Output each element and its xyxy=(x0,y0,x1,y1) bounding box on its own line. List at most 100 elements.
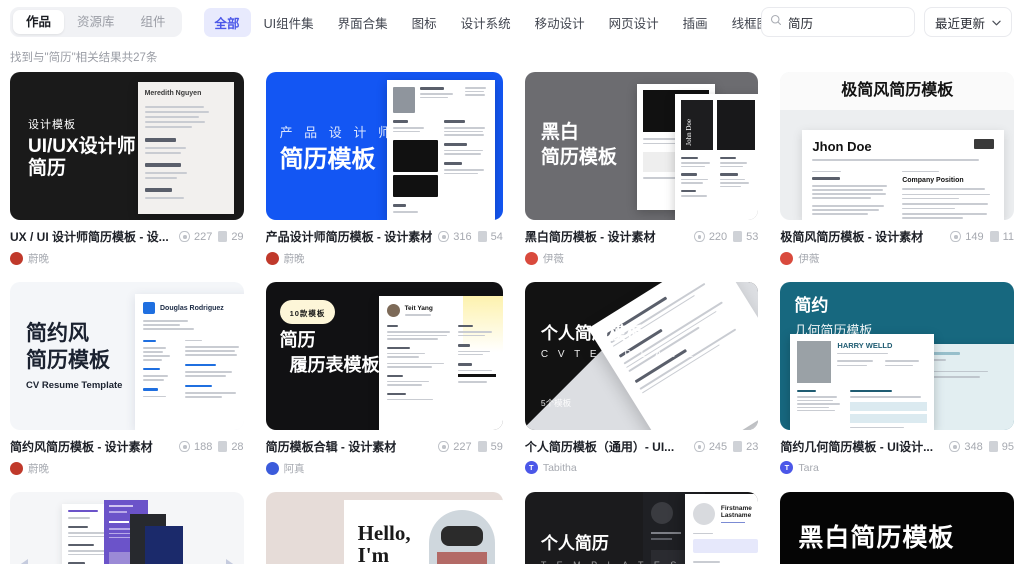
result-card[interactable]: 个人简历模板 C V T E M P L A T E 5个模板 个人简历模板（通… xyxy=(524,282,759,476)
card-title-row: 产品设计师简历模板 - 设计素材 316 54 xyxy=(266,228,503,245)
collects-count: 54 xyxy=(490,230,503,243)
collects-count: 95 xyxy=(1001,440,1014,453)
category-mobile-design[interactable]: 移动设计 xyxy=(524,8,596,37)
sort-dropdown[interactable]: 最近更新 xyxy=(923,7,1012,37)
result-card[interactable]: John Doe 黑白 简历模板 黑白简历模板 - 设计素材 220 53 伊薇 xyxy=(524,72,759,266)
author-name[interactable]: 伊薇 xyxy=(543,251,564,266)
card-author-row[interactable]: 伊薇 xyxy=(780,251,1014,266)
author-name[interactable]: 蔚晚 xyxy=(28,251,49,266)
thumb-heading-1: 简历模板 xyxy=(279,146,376,173)
card-title[interactable]: 极简风简历模板 - 设计素材 xyxy=(780,228,944,245)
result-card[interactable]: Hello, I'm xyxy=(265,492,503,564)
result-card[interactable]: 黑白简历模板 US A4 xyxy=(780,492,1014,564)
segment-resource-library[interactable]: 资源库 xyxy=(64,10,128,34)
category-icons[interactable]: 图标 xyxy=(401,8,448,37)
category-wireframe[interactable]: 线框图 xyxy=(721,8,761,37)
sort-label: 最近更新 xyxy=(934,16,985,31)
card-author-row[interactable]: 阿真 xyxy=(265,461,503,476)
author-name[interactable]: 蔚晚 xyxy=(284,251,305,266)
result-card[interactable]: Meredith Nguyen 设计模板 UI/UX设计师 简历 UX / UI… xyxy=(10,72,244,266)
card-author-row[interactable]: 蔚晚 xyxy=(10,461,244,476)
collects-count: 11 xyxy=(1002,230,1014,243)
category-interface-collections[interactable]: 界面合集 xyxy=(327,8,399,37)
card-thumbnail[interactable]: Teit Yang 10款模板 简历 履历表模板 xyxy=(265,282,503,430)
thumb-heading-1: UI/UX设计师 xyxy=(28,136,136,157)
thumb-doc-name: Meredith Nguyen xyxy=(144,90,202,97)
thumb-heading-1: C V T E M P L A T E xyxy=(540,349,697,361)
card-collects: 28 xyxy=(218,440,244,453)
segment-works[interactable]: 作品 xyxy=(13,10,65,34)
result-count-label: 找到与"简历"相关结果共27条 xyxy=(10,52,158,64)
card-author-row[interactable]: T Tabitha xyxy=(524,461,759,474)
card-thumbnail[interactable]: HARRY WELLD 简约 几何简历模板 xyxy=(780,282,1014,430)
carousel-next-icon[interactable] xyxy=(225,559,236,564)
result-card[interactable]: Firstname Lastname 个人简历 T E M P L A T E … xyxy=(524,492,759,564)
top-toolbar: 作品 资源库 组件 全部 UI组件集 界面合集 图标 设计系统 移动设计 网页设… xyxy=(0,0,1024,44)
card-thumbnail[interactable]: 产 品 设 计 师 简历模板 xyxy=(265,72,503,220)
card-title[interactable]: 黑白简历模板 - 设计素材 xyxy=(525,228,688,245)
category-ui-kits[interactable]: UI组件集 xyxy=(253,8,325,37)
collects-count: 53 xyxy=(746,230,759,243)
card-views: 348 xyxy=(949,441,983,453)
card-collects: 54 xyxy=(477,230,503,243)
category-illustration[interactable]: 插画 xyxy=(672,8,719,37)
card-thumbnail[interactable]: 黑白简历模板 US A4 xyxy=(780,492,1014,564)
thumb-heading-1: 极简风简历模板 xyxy=(841,81,954,99)
card-thumbnail[interactable]: Hello, I'm xyxy=(265,492,503,564)
card-title-row: 极简风简历模板 - 设计素材 149 11 xyxy=(780,228,1014,245)
author-name[interactable]: 伊薇 xyxy=(798,251,819,266)
thumb-note: 5个模板 xyxy=(540,398,572,408)
thumb-doc-name: Douglas Rodriguez xyxy=(160,304,224,312)
card-views: 316 xyxy=(438,231,472,243)
card-thumbnail[interactable]: Meredith Nguyen 设计模板 UI/UX设计师 简历 xyxy=(10,72,244,220)
card-author-row[interactable]: 蔚晚 xyxy=(265,251,503,266)
thumb-heading-2: 简历 xyxy=(28,158,67,180)
thumb-doc-name: Firstname Lastname xyxy=(720,504,752,519)
category-all[interactable]: 全部 xyxy=(203,7,251,37)
card-title[interactable]: 简约风简历模板 - 设计素材 xyxy=(10,438,173,455)
bookmark-icon xyxy=(218,231,228,242)
carousel-prev-icon[interactable] xyxy=(18,559,28,564)
card-title[interactable]: 产品设计师简历模板 - 设计素材 xyxy=(266,228,433,245)
card-title[interactable]: UX / UI 设计师简历模板 - 设... xyxy=(10,228,173,245)
card-thumbnail[interactable]: 极简风简历模板 Jhon Doe Company Position xyxy=(780,72,1014,220)
card-title[interactable]: 个人简历模板（通用）- UI... xyxy=(525,438,688,455)
author-name[interactable]: 蔚晚 xyxy=(28,461,49,476)
avatar: T xyxy=(780,461,794,474)
eye-icon xyxy=(178,441,190,452)
search-box[interactable]: ✕ xyxy=(760,7,968,37)
card-thumbnail[interactable] xyxy=(10,492,244,564)
result-card[interactable]: 极简风简历模板 Jhon Doe Company Position 极简风简历模… xyxy=(780,72,1014,266)
result-card[interactable] xyxy=(10,492,244,564)
card-title[interactable]: 简约几何简历模板 - UI设计... xyxy=(780,438,943,455)
card-title-row: 个人简历模板（通用）- UI... 245 23 xyxy=(525,438,759,455)
card-thumbnail[interactable]: Douglas Rodriguez 简约风 简历模板 CV Resume Tem… xyxy=(10,282,244,430)
author-name[interactable]: Tabitha xyxy=(543,462,577,474)
card-title[interactable]: 简历模板合辑 - 设计素材 xyxy=(266,438,433,455)
bookmark-icon xyxy=(477,441,487,452)
card-author-row[interactable]: 伊薇 xyxy=(524,251,759,266)
card-author-row[interactable]: 蔚晚 xyxy=(10,251,244,266)
views-count: 227 xyxy=(193,230,213,243)
thumb-doc-name: Jhon Doe xyxy=(812,139,872,154)
category-web-design[interactable]: 网页设计 xyxy=(598,8,670,37)
author-name[interactable]: Tara xyxy=(798,462,818,474)
segment-components[interactable]: 组件 xyxy=(128,10,179,34)
card-thumbnail[interactable]: 个人简历模板 C V T E M P L A T E 5个模板 xyxy=(524,282,759,430)
bookmark-icon xyxy=(989,231,999,242)
result-card[interactable]: Douglas Rodriguez 简约风 简历模板 CV Resume Tem… xyxy=(10,282,244,476)
avatar xyxy=(10,462,23,475)
result-card[interactable]: HARRY WELLD 简约 几何简历模板 简约几何简历模板 - UI设计...… xyxy=(780,282,1014,476)
card-thumbnail[interactable]: Firstname Lastname 个人简历 T E M P L A T E … xyxy=(524,492,759,564)
content-type-segmented-control[interactable]: 作品 资源库 组件 xyxy=(10,7,182,37)
thumb-kicker: 个人简历 xyxy=(540,534,609,553)
eye-icon xyxy=(178,231,190,242)
collects-count: 28 xyxy=(231,440,244,453)
card-thumbnail[interactable]: John Doe 黑白 简历模板 xyxy=(524,72,759,220)
category-design-systems[interactable]: 设计系统 xyxy=(450,8,522,37)
author-name[interactable]: 阿真 xyxy=(284,461,305,476)
result-card[interactable]: 产 品 设 计 师 简历模板 产品设计师简历模板 - 设计素材 316 54 蔚… xyxy=(265,72,503,266)
search-icon xyxy=(770,13,782,31)
card-author-row[interactable]: T Tara xyxy=(780,461,1014,474)
result-card[interactable]: Teit Yang 10款模板 简历 履历表模板 简历模板合辑 - 设计素材 2… xyxy=(265,282,503,476)
